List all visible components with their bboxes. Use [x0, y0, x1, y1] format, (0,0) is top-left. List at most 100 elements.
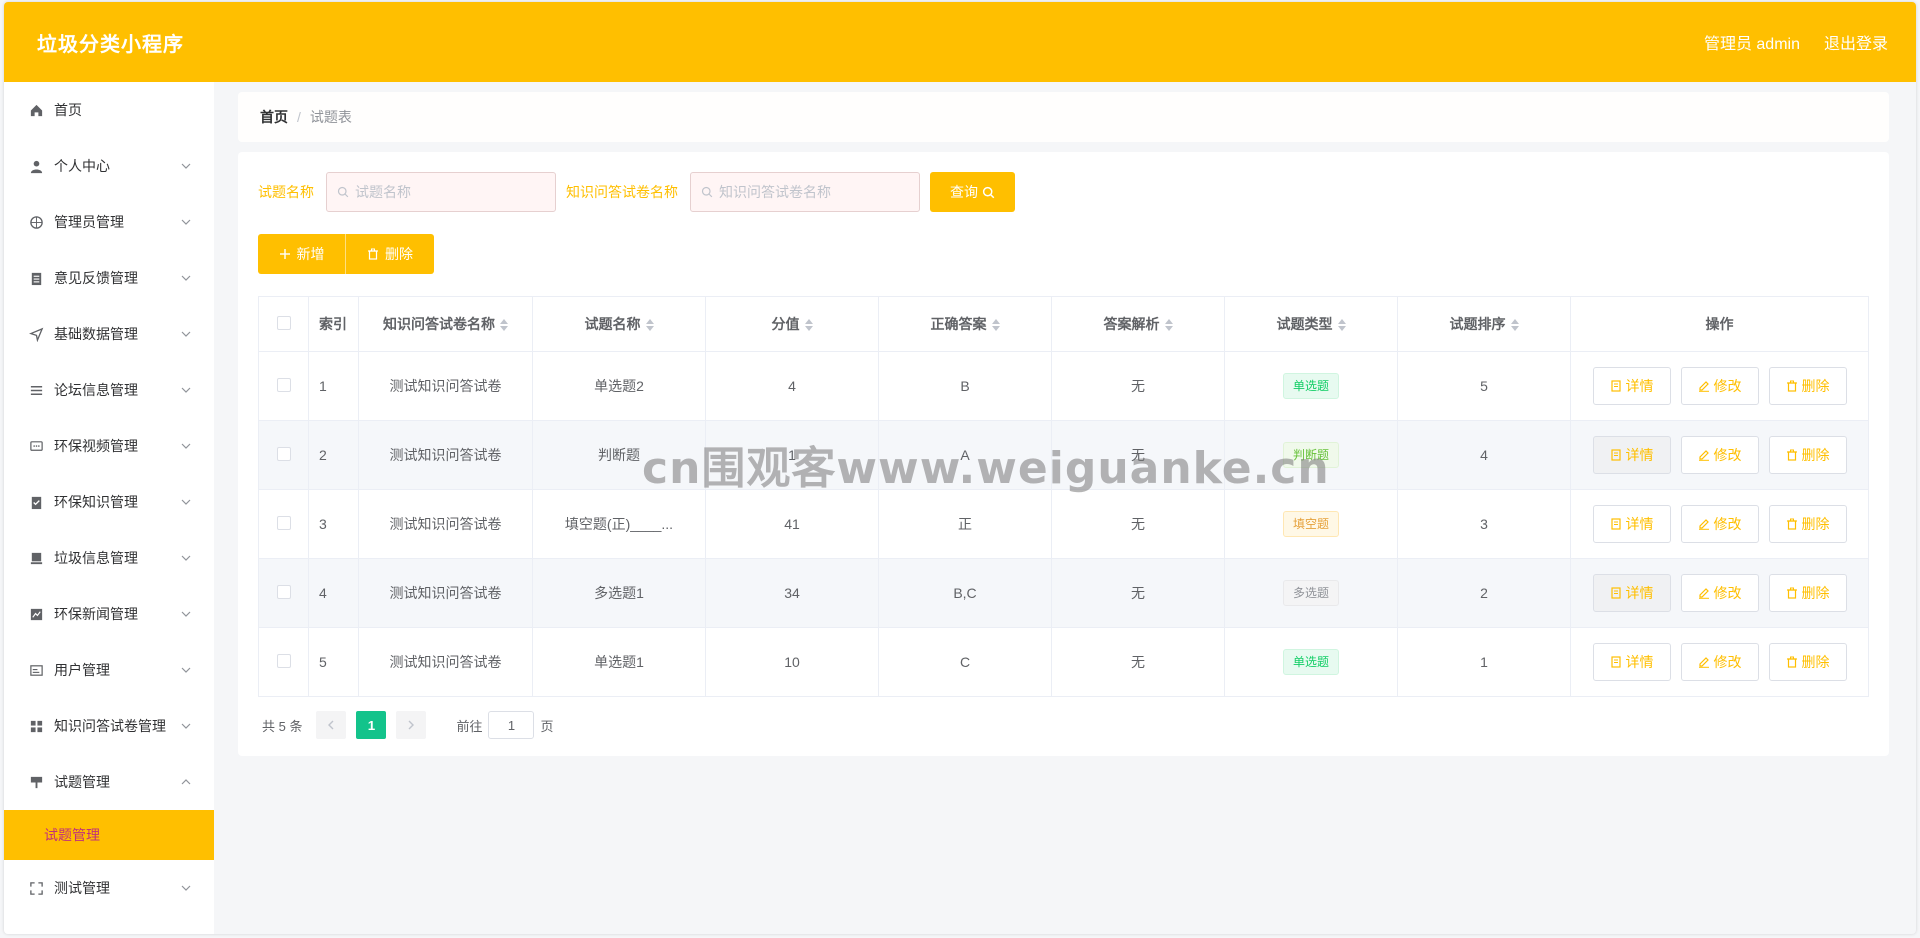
cell-score: 4 [705, 351, 879, 421]
sort-icon[interactable] [645, 319, 654, 332]
chevron-down-icon [181, 219, 191, 225]
logout-button[interactable]: 退出登录 [1824, 30, 1888, 54]
detail-label: 详情 [1625, 654, 1654, 670]
edit-label: 修改 [1713, 585, 1742, 601]
sidebar-item-label: 环保知识管理 [54, 494, 138, 510]
delete-button[interactable]: 删除 [1768, 643, 1847, 681]
sort-icon[interactable] [1164, 319, 1173, 332]
header-analysis[interactable]: 答案解析 [1051, 296, 1225, 352]
cell-index: 1 [308, 351, 359, 421]
cell-paper: 测试知识问答试卷 [358, 489, 533, 559]
breadcrumb-home[interactable]: 首页 [260, 107, 288, 127]
sort-icon[interactable] [1510, 319, 1519, 332]
sidebar-item-label: 意见反馈管理 [54, 270, 138, 286]
search-row: 试题名称 知识问答试卷名称 查询 [258, 172, 1869, 212]
trash-icon [1786, 587, 1797, 599]
header-paper-label: 知识问答试卷名称 [383, 316, 495, 332]
sort-icon[interactable] [1337, 319, 1346, 332]
user-label[interactable]: 管理员 admin [1704, 30, 1800, 54]
clipboard-icon [28, 270, 44, 286]
search-input-wrapper-paper[interactable] [690, 172, 920, 212]
header-type[interactable]: 试题类型 [1224, 296, 1398, 352]
header-answer-label: 正确答案 [930, 316, 987, 332]
breadcrumb: 首页 / 试题表 [238, 92, 1889, 142]
sort-icon[interactable] [804, 319, 813, 332]
chevron-up-icon [181, 779, 191, 785]
row-checkbox[interactable] [276, 653, 291, 668]
goto-page-input[interactable] [488, 711, 535, 739]
edit-button[interactable]: 修改 [1680, 643, 1759, 681]
header-order[interactable]: 试题排序 [1397, 296, 1571, 352]
sidebar-item-7[interactable]: 环保知识管理 [4, 474, 214, 530]
cell-order: 2 [1397, 558, 1571, 628]
sidebar-item-12[interactable]: 试题管理 [4, 754, 214, 810]
action-row: 新增 删除 [258, 234, 1869, 274]
detail-button[interactable]: 详情 [1592, 505, 1671, 543]
search-input-wrapper-name[interactable] [326, 172, 556, 212]
delete-label: 删除 [1801, 654, 1830, 670]
sidebar-item-3[interactable]: 意见反馈管理 [4, 250, 214, 306]
detail-label: 详情 [1625, 378, 1654, 394]
add-button[interactable]: 新增 [258, 234, 346, 274]
sidebar-subitem-active[interactable]: 试题管理 [4, 810, 214, 860]
chevron-down-icon [181, 555, 191, 561]
send-icon [28, 326, 44, 342]
edit-button[interactable]: 修改 [1680, 367, 1759, 405]
query-button[interactable]: 查询 [930, 172, 1015, 212]
sidebar-item-6[interactable]: 环保视频管理 [4, 418, 214, 474]
detail-button[interactable]: 详情 [1592, 574, 1671, 612]
delete-button[interactable]: 删除 [1768, 574, 1847, 612]
sidebar-item-0[interactable]: 首页 [4, 82, 214, 138]
cell-ops: 详情 修改 删除 [1570, 489, 1869, 559]
sidebar-item-10[interactable]: 用户管理 [4, 642, 214, 698]
row-checkbox[interactable] [276, 515, 291, 530]
prev-page-button[interactable] [316, 711, 347, 739]
edit-button[interactable]: 修改 [1680, 505, 1759, 543]
paper-name-input[interactable] [719, 184, 899, 200]
table-row[interactable]: 2 测试知识问答试卷 判断题 1 A 无判断题 4 详情 修改 删除 [258, 420, 1869, 490]
table-row[interactable]: 3 测试知识问答试卷 填空题(正)____... 41 正无填空题 3 详情 修改 删除 [258, 489, 1869, 559]
detail-button[interactable]: 详情 [1592, 367, 1671, 405]
sidebar-item-4[interactable]: 基础数据管理 [4, 306, 214, 362]
trash-icon [1786, 449, 1797, 461]
cell-ops: 详情 修改 删除 [1570, 627, 1869, 697]
header-name[interactable]: 试题名称 [532, 296, 706, 352]
header-score[interactable]: 分值 [705, 296, 879, 352]
row-checkbox[interactable] [276, 584, 291, 599]
edit-button[interactable]: 修改 [1680, 574, 1759, 612]
row-checkbox[interactable] [276, 377, 291, 392]
sidebar-item-label: 试题管理 [54, 774, 110, 790]
sort-icon[interactable] [991, 319, 1000, 332]
sidebar-item-13[interactable]: 测试管理 [4, 860, 214, 916]
edit-button[interactable]: 修改 [1680, 436, 1759, 474]
question-table: 索引 知识问答试卷名称 试题名称 分值 正确答案 答案解析 试题类型 试题排序 … [258, 296, 1869, 697]
page-number-button[interactable]: 1 [356, 711, 387, 739]
table-row[interactable]: 5 测试知识问答试卷 单选题1 10 C 无单选题 1 详情 修改 删除 [258, 627, 1869, 697]
table-row[interactable]: 4 测试知识问答试卷 多选题1 34 B,C 无 多选题 2 详情 修改 删除 [258, 558, 1869, 628]
select-all-cell [258, 296, 309, 352]
delete-button[interactable]: 删除 [1768, 505, 1847, 543]
detail-button[interactable]: 详情 [1592, 643, 1671, 681]
sidebar-item-11[interactable]: 知识问答试卷管理 [4, 698, 214, 754]
delete-button[interactable]: 删除 [1768, 367, 1847, 405]
table-row[interactable]: 1 测试知识问答试卷 单选题2 4 B 无 单选题 5 详情 修改 删除 [258, 351, 1869, 421]
batch-delete-button[interactable]: 删除 [346, 234, 434, 274]
cell-ops: 详情 修改 删除 [1570, 351, 1869, 421]
row-checkbox[interactable] [276, 446, 291, 461]
detail-button[interactable]: 详情 [1592, 436, 1671, 474]
question-name-input[interactable] [355, 184, 535, 200]
chevron-down-icon [181, 443, 191, 449]
sidebar-item-1[interactable]: 个人中心 [4, 138, 214, 194]
breadcrumb-separator: / [297, 109, 301, 125]
select-all-checkbox[interactable] [276, 315, 291, 330]
delete-button[interactable]: 删除 [1768, 436, 1847, 474]
sidebar-item-2[interactable]: 管理员管理 [4, 194, 214, 250]
sidebar-item-9[interactable]: 环保新闻管理 [4, 586, 214, 642]
header-actions: 管理员 admin 退出登录 [1704, 30, 1888, 54]
header-paper[interactable]: 知识问答试卷名称 [358, 296, 533, 352]
sort-icon[interactable] [500, 319, 508, 332]
sidebar-item-5[interactable]: 论坛信息管理 [4, 362, 214, 418]
sidebar-item-8[interactable]: 垃圾信息管理 [4, 530, 214, 586]
header-answer[interactable]: 正确答案 [878, 296, 1052, 352]
next-page-button[interactable] [396, 711, 427, 739]
